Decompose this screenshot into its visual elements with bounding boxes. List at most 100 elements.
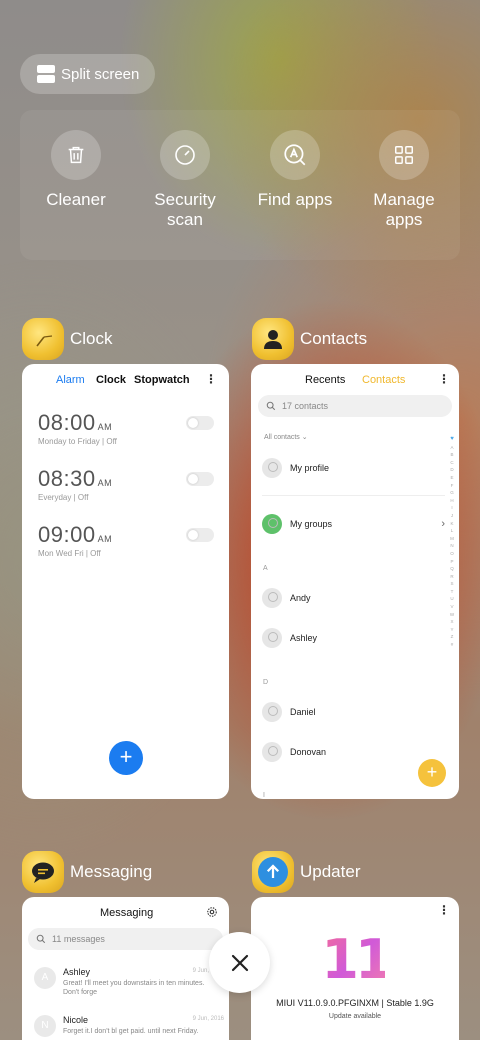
contact-name: Daniel bbox=[290, 707, 316, 717]
alpha-letter[interactable]: # bbox=[448, 641, 456, 649]
alpha-letter[interactable]: T bbox=[448, 588, 456, 596]
contacts-app-card[interactable]: Recents Contacts ⋮ 17 contacts All conta… bbox=[251, 364, 459, 799]
clock-app-header: Clock bbox=[22, 318, 113, 360]
alpha-letter[interactable]: L bbox=[448, 527, 456, 535]
my-groups-row[interactable]: My groups › bbox=[262, 514, 445, 534]
contact-name: Donovan bbox=[290, 747, 327, 757]
updater-app-name: Updater bbox=[300, 862, 361, 881]
message-thread[interactable]: A Ashley Great! I'll meet you downstairs… bbox=[34, 967, 224, 997]
grid-icon bbox=[379, 130, 429, 180]
contact-row[interactable]: Daniel bbox=[262, 702, 316, 722]
add-contact-button[interactable]: + bbox=[418, 759, 446, 787]
alpha-letter[interactable]: S bbox=[448, 580, 456, 588]
alpha-letter[interactable]: F bbox=[448, 482, 456, 490]
contact-name: Ashley bbox=[290, 633, 318, 643]
more-menu-icon[interactable]: ⋮ bbox=[438, 372, 450, 386]
messages-search-input[interactable]: 11 messages bbox=[28, 928, 223, 950]
find-apps-button[interactable]: Find apps bbox=[240, 130, 350, 210]
alarm-toggle[interactable] bbox=[186, 528, 214, 542]
tab-alarm[interactable]: Alarm bbox=[56, 374, 85, 386]
chevron-right-icon: › bbox=[441, 518, 445, 530]
messaging-app-header: Messaging bbox=[22, 851, 152, 893]
my-profile-row[interactable]: My profile bbox=[262, 458, 329, 478]
alarm-item[interactable]: 08:30 AM Everyday | Off bbox=[38, 466, 214, 502]
alarm-item[interactable]: 08:00 AM Monday to Friday | Off bbox=[38, 410, 214, 446]
contacts-search-input[interactable]: 17 contacts bbox=[258, 395, 452, 417]
avatar bbox=[262, 458, 282, 478]
avatar bbox=[262, 742, 282, 762]
manage-apps-button[interactable]: Manage apps bbox=[349, 130, 459, 230]
contact-name: Andy bbox=[290, 593, 311, 603]
alpha-letter[interactable]: K bbox=[448, 520, 456, 528]
alpha-letter[interactable]: I bbox=[448, 504, 456, 512]
thread-preview: Great! I'll meet you downstairs in ten m… bbox=[63, 980, 205, 996]
add-alarm-button[interactable]: + bbox=[109, 741, 143, 775]
alpha-letter[interactable]: W bbox=[448, 611, 456, 619]
alpha-letter[interactable]: V bbox=[448, 603, 456, 611]
contacts-app-name: Contacts bbox=[300, 329, 368, 348]
contact-row[interactable]: Ashley bbox=[262, 628, 317, 648]
alpha-letter[interactable]: G bbox=[448, 489, 456, 497]
contacts-app-icon bbox=[252, 318, 294, 360]
alpha-letter[interactable]: N bbox=[448, 542, 456, 550]
alpha-letter[interactable]: B bbox=[448, 451, 456, 459]
my-profile-label: My profile bbox=[290, 463, 330, 473]
section-header: I bbox=[263, 792, 265, 799]
split-screen-button[interactable]: Split screen bbox=[20, 54, 155, 94]
messaging-app-card[interactable]: Messaging 11 messages A Ashley Great! I'… bbox=[22, 897, 229, 1040]
close-icon bbox=[231, 954, 248, 971]
clock-app-card[interactable]: Alarm Clock Stopwatch ⋮ 08:00 AM Monday t… bbox=[22, 364, 229, 799]
more-menu-icon[interactable]: ⋮ bbox=[205, 372, 217, 386]
find-apps-label: Find apps bbox=[257, 190, 333, 209]
alphabet-index[interactable]: ♥ A B C D E F G H I J K L M N O P Q R S … bbox=[448, 436, 456, 649]
message-thread[interactable]: N Nicole Forget it.I don't bl get paid. … bbox=[34, 1015, 224, 1037]
alpha-letter[interactable]: E bbox=[448, 474, 456, 482]
security-scan-label: Security scan bbox=[154, 190, 216, 229]
contacts-filter[interactable]: All contacts ⌄ bbox=[264, 433, 308, 441]
update-status: Update available bbox=[328, 1013, 382, 1020]
contact-row[interactable]: Donovan bbox=[262, 742, 326, 762]
security-scan-button[interactable]: Security scan bbox=[130, 130, 240, 230]
tab-recents[interactable]: Recents bbox=[305, 374, 345, 386]
updater-app-card[interactable]: ⋮ 11 MIUI V11.0.9.0.PFGINXM | Stable 1.9… bbox=[251, 897, 459, 1040]
alarm-subtitle: Everyday | Off bbox=[38, 493, 89, 502]
tab-contacts[interactable]: Contacts bbox=[362, 374, 405, 386]
alpha-letter[interactable]: A bbox=[448, 444, 456, 452]
alarm-item[interactable]: 09:00 AM Mon Wed Fri | Off bbox=[38, 522, 214, 558]
contact-row[interactable]: Andy bbox=[262, 588, 311, 608]
alpha-letter[interactable]: Q bbox=[448, 565, 456, 573]
tab-clock[interactable]: Clock bbox=[96, 374, 126, 386]
alpha-letter[interactable]: U bbox=[448, 595, 456, 603]
alarm-subtitle: Mon Wed Fri | Off bbox=[38, 549, 101, 558]
alpha-letter[interactable]: J bbox=[448, 512, 456, 520]
clock-app-icon bbox=[22, 318, 64, 360]
alpha-letter[interactable]: R bbox=[448, 573, 456, 581]
avatar: A bbox=[34, 967, 56, 989]
messaging-app-icon bbox=[22, 851, 64, 893]
alpha-letter[interactable]: D bbox=[448, 466, 456, 474]
speedometer-icon bbox=[160, 130, 210, 180]
alpha-letter[interactable]: M bbox=[448, 535, 456, 543]
messaging-app-name: Messaging bbox=[70, 862, 153, 881]
alpha-letter[interactable]: H bbox=[448, 497, 456, 505]
cleaner-button[interactable]: Cleaner bbox=[21, 130, 131, 210]
alpha-letter[interactable]: Y bbox=[448, 626, 456, 634]
alarm-toggle[interactable] bbox=[186, 472, 214, 486]
updater-app-header: Updater bbox=[252, 851, 360, 893]
updater-app-icon bbox=[252, 851, 294, 893]
alpha-letter[interactable]: Z bbox=[448, 633, 456, 641]
tab-stopwatch[interactable]: Stopwatch bbox=[134, 374, 190, 386]
more-menu-icon[interactable]: ⋮ bbox=[438, 903, 450, 917]
alarm-toggle[interactable] bbox=[186, 416, 214, 430]
clear-all-button[interactable] bbox=[209, 932, 270, 993]
version-text: MIUI V11.0.9.0.PFGINXM | Stable 1.9G bbox=[276, 998, 434, 1008]
settings-gear-icon[interactable] bbox=[206, 906, 218, 918]
avatar bbox=[262, 702, 282, 722]
alpha-letter[interactable]: X bbox=[448, 618, 456, 626]
heart-icon: ♥ bbox=[450, 436, 454, 442]
alpha-letter[interactable]: P bbox=[448, 558, 456, 566]
alpha-letter[interactable]: O bbox=[448, 550, 456, 558]
manage-apps-label: Manage apps bbox=[373, 190, 435, 229]
alpha-letter[interactable]: C bbox=[448, 459, 456, 467]
divider bbox=[262, 495, 445, 496]
